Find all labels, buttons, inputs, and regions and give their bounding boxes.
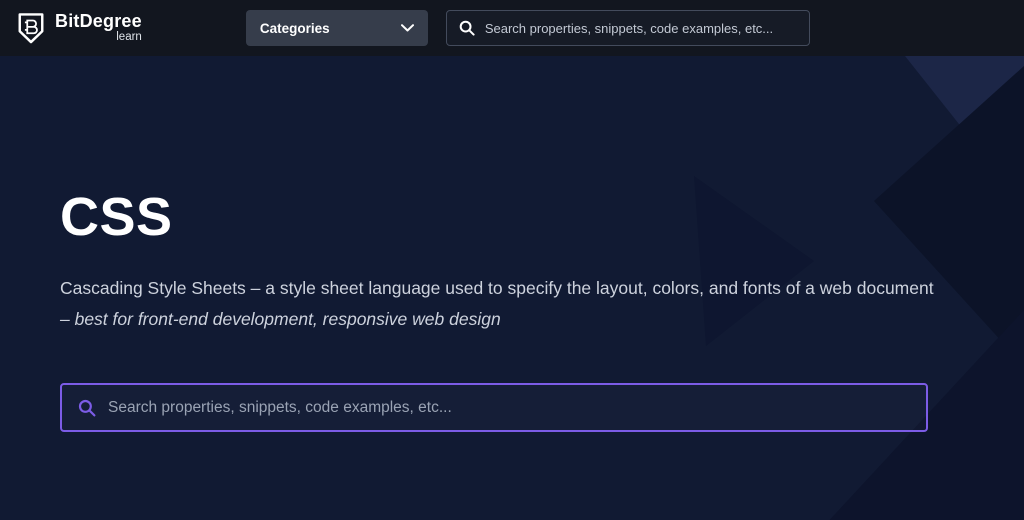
description-main: Cascading Style Sheets – a style sheet l… [60,278,934,298]
categories-label: Categories [260,21,330,36]
brand-name: BitDegree [55,12,142,31]
hero-search-input[interactable] [108,399,910,417]
bitdegree-shield-icon [16,11,46,45]
chevron-down-icon [401,24,414,32]
top-navbar: BitDegree learn Categories [0,0,1024,56]
page-description: Cascading Style Sheets – a style sheet l… [60,273,940,335]
hero-search-icon [78,399,96,417]
brand-logo[interactable]: BitDegree learn [16,11,142,45]
hero-section: CSS Cascading Style Sheets – a style she… [0,56,1024,520]
search-icon [459,20,475,36]
description-emphasis: – best for front-end development, respon… [60,309,501,329]
page-title: CSS [60,188,964,247]
nav-search [446,10,810,46]
hero-search [60,383,928,432]
nav-search-input[interactable] [485,21,797,36]
categories-dropdown[interactable]: Categories [246,10,428,46]
brand-subtitle: learn [116,31,142,44]
